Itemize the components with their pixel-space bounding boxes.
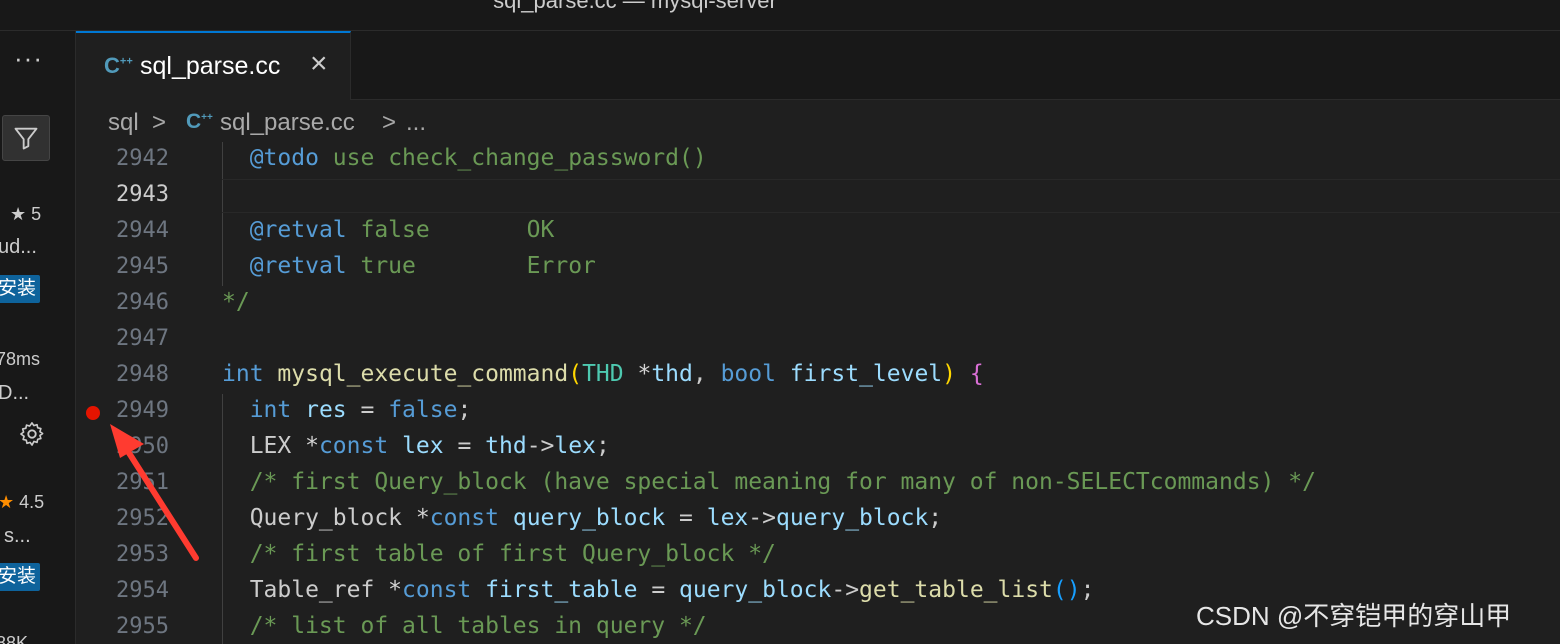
- rating-value: 5: [31, 204, 42, 224]
- load-time: 78ms: [0, 349, 41, 369]
- line-code: /* first Query_block (have special meani…: [222, 469, 1316, 495]
- tab-sql-parse[interactable]: C++ sql_parse.cc ×: [76, 31, 351, 100]
- rating: ★ 4.5: [0, 492, 44, 513]
- line-number: 2948: [116, 362, 169, 387]
- code-line[interactable]: 2950 LEX *const lex = thd->lex;: [76, 430, 1560, 466]
- filter-icon: [14, 127, 38, 150]
- line-code: /* first table of first Query_block */: [222, 541, 776, 567]
- code-line[interactable]: 2949 int res = false;: [76, 394, 1560, 430]
- extensions-sidebar: ··· ★ 5 ud... 安装 78ms D... ★ 4.5 s... 安装…: [0, 31, 76, 644]
- code-line-current[interactable]: 2943: [76, 178, 1560, 214]
- line-code: Table_ref *const first_table = query_blo…: [222, 577, 1095, 603]
- code-line[interactable]: 2953 /* first table of first Query_block…: [76, 538, 1560, 574]
- rating: ★ 5: [10, 204, 41, 225]
- breadcrumb-separator: >: [382, 109, 397, 136]
- close-icon[interactable]: ×: [310, 47, 328, 81]
- line-code: @retval false OK: [249, 217, 555, 243]
- tab-bar: C++ sql_parse.cc ×: [76, 31, 1560, 100]
- breadcrumb-symbol[interactable]: ...: [406, 109, 426, 137]
- line-number: 2946: [116, 290, 169, 315]
- tab-label: sql_parse.cc: [140, 52, 281, 80]
- extension-name: D...: [0, 382, 30, 404]
- install-count: 88K: [0, 633, 29, 644]
- code-line[interactable]: 2944 @retval false OK: [76, 214, 1560, 250]
- code-line[interactable]: 2945 @retval true Error: [76, 250, 1560, 286]
- window-title: sql_parse.cc — mysql-server: [493, 0, 777, 13]
- star-icon: ★: [0, 492, 14, 513]
- filter-button[interactable]: [2, 115, 50, 161]
- breadcrumb: sql > C++ sql_parse.cc > ...: [76, 100, 1560, 144]
- install-button[interactable]: 安装: [0, 563, 41, 591]
- cpp-file-icon: C++: [186, 110, 213, 133]
- line-code: */: [222, 289, 250, 315]
- code-line[interactable]: 2942 @todo use check_change_password(): [76, 142, 1560, 178]
- watermark: CSDN @不穿铠甲的穿山甲: [1196, 601, 1512, 631]
- rating-value: 4.5: [19, 492, 45, 512]
- breadcrumb-folder[interactable]: sql: [108, 109, 139, 137]
- code-editor[interactable]: 2942 @todo use check_change_password() 2…: [76, 142, 1560, 644]
- line-number: 2955: [116, 614, 169, 639]
- star-icon: ★: [10, 204, 27, 224]
- line-number: 2942: [116, 146, 169, 171]
- line-number: 2945: [116, 254, 169, 279]
- breadcrumb-separator: >: [152, 109, 167, 136]
- line-number: 2954: [116, 578, 169, 603]
- install-button[interactable]: 安装: [0, 275, 41, 303]
- line-code: LEX *const lex = thd->lex;: [222, 433, 610, 459]
- breadcrumb-file[interactable]: sql_parse.cc: [220, 109, 355, 137]
- gear-icon[interactable]: [18, 420, 46, 448]
- ellipsis-icon[interactable]: ···: [14, 45, 43, 71]
- annotation-arrow-icon: [110, 424, 199, 561]
- line-code: @retval true Error: [249, 253, 596, 279]
- line-code: /* list of all tables in query */: [222, 613, 707, 639]
- code-line[interactable]: 2946 */: [76, 286, 1560, 322]
- line-number: 2944: [116, 218, 169, 243]
- cpp-file-icon: C++: [104, 53, 133, 78]
- code-line[interactable]: 2948 int mysql_execute_command(THD *thd,…: [76, 358, 1560, 394]
- line-number: 2943: [116, 182, 169, 207]
- code-line[interactable]: 2947: [76, 322, 1560, 358]
- line-code: int mysql_execute_command(THD *thd, bool…: [222, 361, 984, 387]
- extension-name: ud...: [0, 236, 37, 258]
- line-number: 2947: [116, 326, 169, 351]
- code-line[interactable]: 2951 /* first Query_block (have special …: [76, 466, 1560, 502]
- code-line[interactable]: 2952 Query_block *const query_block = le…: [76, 502, 1560, 538]
- line-code: int res = false;: [249, 397, 472, 423]
- line-code: Query_block *const query_block = lex->qu…: [222, 505, 943, 531]
- line-code: @todo use check_change_password(): [249, 145, 707, 171]
- extension-name: s...: [4, 525, 31, 547]
- title-bar: sql_parse.cc — mysql-server: [0, 0, 1560, 31]
